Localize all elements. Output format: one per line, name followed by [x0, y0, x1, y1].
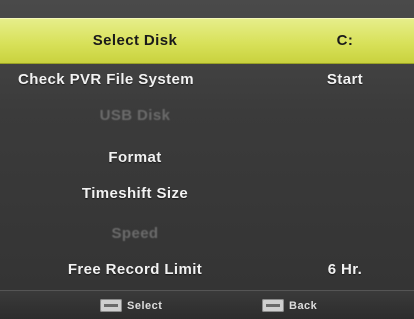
menu-item-label: Timeshift Size: [81, 185, 189, 202]
menu-item-format[interactable]: Format: [0, 141, 414, 175]
footer-hint-bar: Select Back: [0, 290, 414, 319]
select-hint: Select: [100, 297, 162, 315]
menu-key-icon: [262, 298, 284, 312]
menu-item-value: C:: [336, 32, 354, 49]
back-hint-label: Back: [289, 300, 318, 312]
menu-item-value: Start: [326, 71, 364, 88]
menu-item-label: Free Record Limit: [67, 261, 203, 278]
pvr-file-system-menu: Select Disk C: Check PVR File System Sta…: [0, 0, 414, 319]
select-hint-label: Select: [127, 300, 163, 312]
menu-item-label: Check PVR File System: [18, 71, 194, 88]
menu-item-usb-disk: USB Disk: [0, 99, 414, 133]
menu-item-speed: Speed: [0, 217, 414, 251]
back-hint: Back: [262, 297, 317, 315]
menu-item-check-pvr-file-system[interactable]: Check PVR File System Start: [0, 63, 414, 97]
menu-item-label: USB Disk: [99, 107, 171, 124]
menu-item-free-record-limit[interactable]: Free Record Limit 6 Hr.: [0, 253, 414, 287]
enter-key-icon: [100, 298, 122, 312]
menu-item-timeshift-size[interactable]: Timeshift Size: [0, 177, 414, 211]
menu-item-label: Select Disk: [92, 32, 178, 49]
menu-item-value: 6 Hr.: [327, 261, 363, 278]
menu-item-label: Speed: [111, 225, 159, 242]
menu-item-select-disk[interactable]: Select Disk C:: [0, 18, 414, 64]
menu-item-label: Format: [108, 149, 162, 166]
